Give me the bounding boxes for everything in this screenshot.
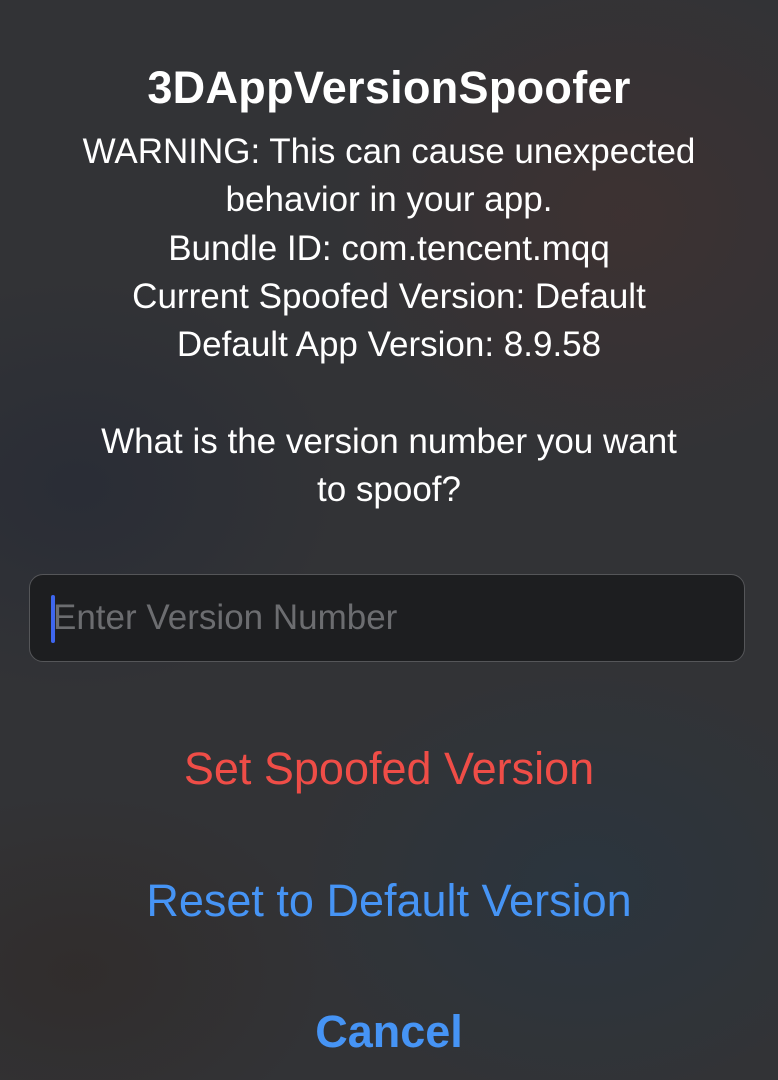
warning-line-2: behavior in your app. [225,180,553,220]
version-number-input[interactable] [53,575,723,661]
default-app-version-text: Default App Version: 8.9.58 [176,325,602,365]
warning-line-1: WARNING: This can cause unexpected [82,132,696,171]
question-line-1: What is the version number you want [101,421,677,461]
bundle-id-text: Bundle ID: com.tencent.mqq [168,228,610,268]
reset-to-default-version-button[interactable]: Reset to Default Version [0,871,778,931]
message-spacer [20,369,758,417]
version-spoofer-alert: 3DAppVersionSpoofer WARNING: This can ca… [0,0,778,1080]
alert-title: 3DAppVersionSpoofer [147,62,631,113]
current-spoofed-version-text: Current Spoofed Version: Default [132,276,646,316]
question-line-2: to spoof? [317,470,461,510]
version-input-container[interactable] [29,574,745,662]
set-spoofed-version-button[interactable]: Set Spoofed Version [0,739,778,799]
cancel-button[interactable]: Cancel [0,1002,778,1062]
alert-message: WARNING: This can cause unexpected behav… [20,128,758,514]
